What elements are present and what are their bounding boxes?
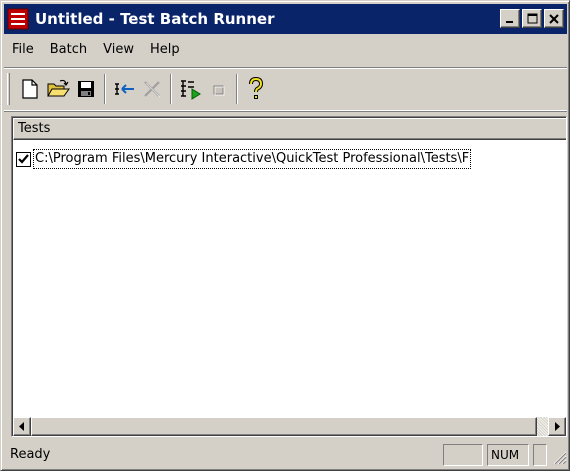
caption-buttons: [498, 9, 564, 28]
scroll-right-button[interactable]: [548, 417, 566, 436]
save-icon: [78, 81, 94, 97]
open-button[interactable]: [44, 73, 72, 105]
status-pane-scroll: [533, 443, 547, 466]
column-header-tests[interactable]: Tests: [13, 118, 566, 140]
tests-list-body: Tests C:\Program Files\Mercury Interacti…: [12, 117, 566, 436]
close-icon: [549, 13, 559, 24]
toolbar-separator: [236, 74, 238, 104]
test-checkbox[interactable]: [16, 151, 31, 167]
arrow-right-icon: [555, 422, 560, 431]
toolbar-grip[interactable]: [7, 73, 10, 105]
maximize-icon: [527, 13, 537, 24]
resize-grip-icon[interactable]: [549, 444, 567, 466]
add-test-icon: [115, 83, 134, 95]
test-path: C:\Program Files\Mercury Interactive\Qui…: [33, 149, 472, 169]
status-pane-caps: [443, 443, 483, 466]
toolbar: [4, 67, 567, 111]
new-file-icon: [22, 79, 38, 99]
save-button[interactable]: [72, 73, 100, 105]
stop-icon: [213, 85, 225, 96]
status-pane-num: NUM: [487, 443, 529, 466]
horizontal-scrollbar[interactable]: [13, 417, 566, 436]
window-title: Untitled - Test Batch Runner: [35, 10, 275, 28]
status-text: Ready: [10, 447, 51, 462]
run-batch-button[interactable]: [176, 73, 204, 105]
list-item[interactable]: C:\Program Files\Mercury Interactive\Qui…: [15, 148, 566, 170]
maximize-button[interactable]: [522, 9, 542, 28]
toolbar-separator: [170, 74, 172, 104]
delete-button[interactable]: [138, 73, 166, 105]
menu-view[interactable]: View: [95, 39, 142, 61]
app-icon: [7, 8, 29, 30]
add-test-button[interactable]: [110, 73, 138, 105]
help-icon: [249, 77, 264, 99]
toolbar-separator: [104, 74, 106, 104]
minimize-button[interactable]: [500, 9, 520, 28]
help-button[interactable]: [242, 73, 270, 105]
title-bar[interactable]: Untitled - Test Batch Runner: [4, 4, 567, 34]
close-button[interactable]: [544, 9, 564, 28]
menu-help[interactable]: Help: [142, 39, 188, 61]
open-folder-icon: [47, 79, 70, 97]
status-bar: Ready NUM: [4, 441, 567, 468]
app-window: Untitled - Test Batch Runner File Batch …: [0, 0, 570, 471]
scroll-thumb[interactable]: [31, 417, 537, 436]
tests-list[interactable]: Tests C:\Program Files\Mercury Interacti…: [11, 116, 567, 437]
menu-file[interactable]: File: [4, 39, 42, 61]
menu-bar: File Batch View Help: [4, 37, 567, 63]
stop-button[interactable]: [204, 73, 232, 105]
new-button[interactable]: [16, 73, 44, 105]
checkmark-icon: [18, 153, 29, 164]
delete-icon: [144, 81, 161, 98]
arrow-left-icon: [19, 422, 24, 431]
scroll-left-button[interactable]: [13, 417, 31, 436]
minimize-icon: [506, 20, 513, 23]
menu-batch[interactable]: Batch: [42, 39, 95, 61]
run-batch-icon: [181, 80, 201, 100]
